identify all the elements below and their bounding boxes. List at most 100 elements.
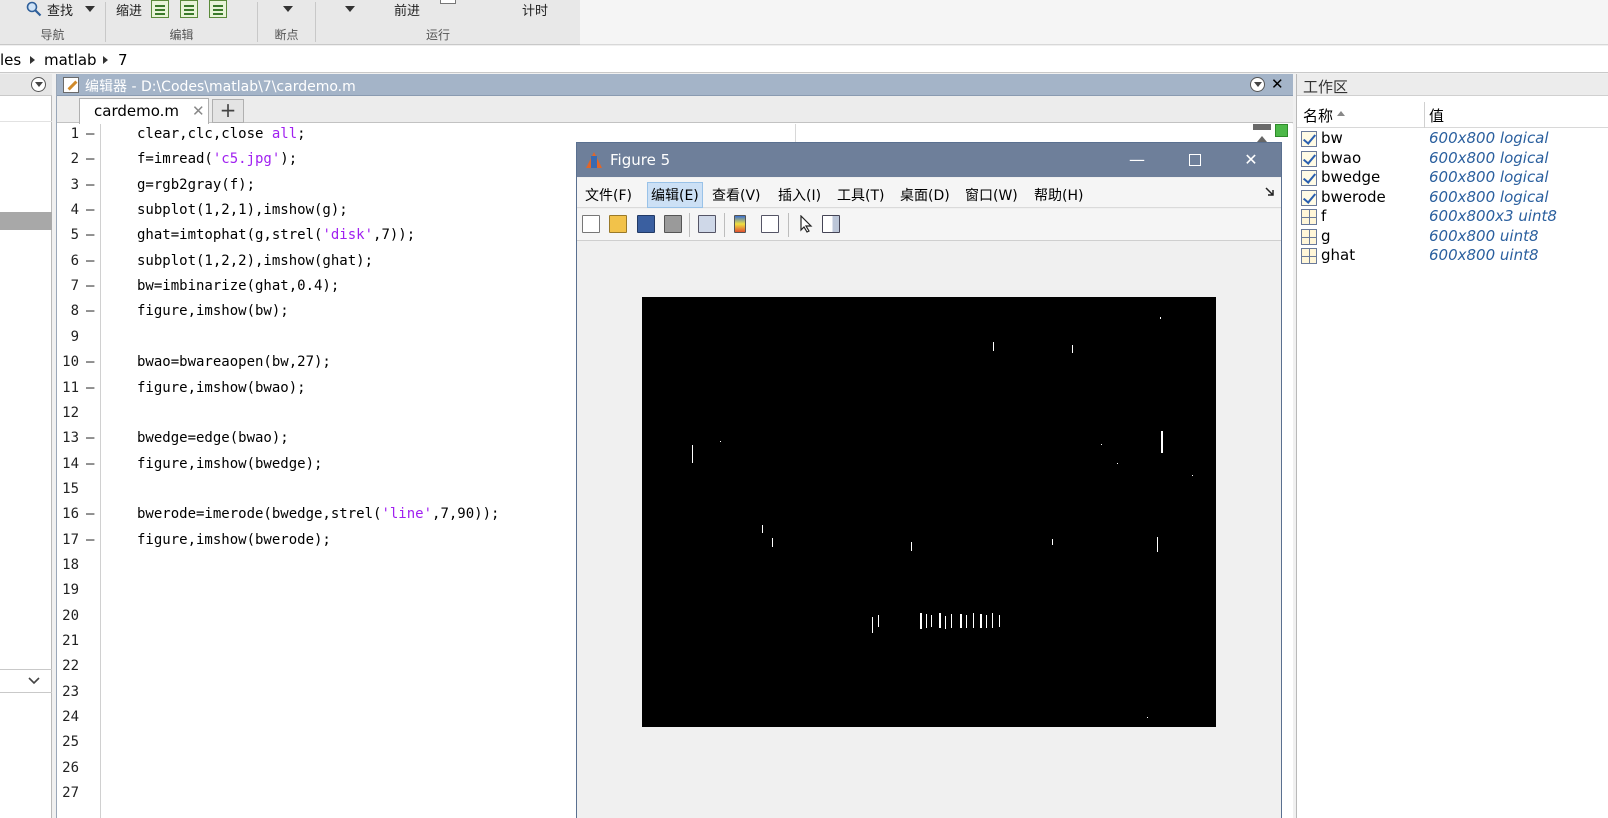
breakpoint-dropdown-icon[interactable] xyxy=(283,6,293,12)
dock-arrow-icon[interactable] xyxy=(1265,187,1275,197)
line-number[interactable]: 4 xyxy=(57,202,79,218)
analyzer-bar-icon[interactable] xyxy=(1253,124,1271,130)
details-panel-header[interactable] xyxy=(0,669,52,693)
link-icon[interactable] xyxy=(698,215,716,233)
figure-menu-item[interactable]: 文件(F) xyxy=(583,185,634,205)
breadcrumb-segment[interactable]: 7 xyxy=(118,51,128,69)
line-number[interactable]: 1 xyxy=(57,126,79,142)
code-line[interactable]: bw=imbinarize(ghat,0.4); xyxy=(137,278,339,294)
breakpoint-marker[interactable]: — xyxy=(86,253,94,269)
breakpoint-marker[interactable]: — xyxy=(86,177,94,193)
workspace-variable-row[interactable]: g 600x800 uint8 xyxy=(1297,227,1608,247)
line-number[interactable]: 12 xyxy=(57,405,79,421)
line-number[interactable]: 24 xyxy=(57,709,79,725)
save-icon[interactable] xyxy=(637,215,655,233)
line-number[interactable]: 7 xyxy=(57,278,79,294)
legend-icon[interactable] xyxy=(761,215,779,233)
forward-button[interactable]: 前进 xyxy=(394,0,420,19)
code-analyzer-ok-icon[interactable] xyxy=(1275,124,1288,137)
figure-menu-item[interactable]: 查看(V) xyxy=(710,185,763,205)
figure-close-button[interactable]: ✕ xyxy=(1231,149,1271,171)
tab-cardemo[interactable]: cardemo.m ✕ xyxy=(79,98,209,124)
line-number[interactable]: 3 xyxy=(57,177,79,193)
workspace-variable-row[interactable]: ghat 600x800 uint8 xyxy=(1297,246,1608,266)
breakpoint-marker[interactable]: — xyxy=(86,278,94,294)
chevron-down-icon[interactable] xyxy=(28,676,40,686)
workspace-variable-row[interactable]: bw 600x800 logical xyxy=(1297,129,1608,149)
line-number[interactable]: 6 xyxy=(57,253,79,269)
breakpoint-marker[interactable]: — xyxy=(86,126,94,142)
breakpoint-marker[interactable]: — xyxy=(86,202,94,218)
breakpoint-marker[interactable]: — xyxy=(86,506,94,522)
breakpoint-marker[interactable]: — xyxy=(86,303,94,319)
find-dropdown-icon[interactable] xyxy=(85,6,95,12)
line-number[interactable]: 14 xyxy=(57,456,79,472)
breakpoint-marker[interactable]: — xyxy=(86,430,94,446)
figure-menu-item[interactable]: 桌面(D) xyxy=(898,185,952,205)
code-line[interactable]: figure,imshow(bwerode); xyxy=(137,532,331,548)
code-line[interactable]: g=rgb2gray(f); xyxy=(137,177,255,193)
line-number[interactable]: 10 xyxy=(57,354,79,370)
indent-decrease-icon[interactable] xyxy=(209,0,227,18)
tab-close-icon[interactable]: ✕ xyxy=(192,102,205,120)
search-icon[interactable] xyxy=(26,1,42,17)
code-line[interactable]: bwedge=edge(bwao); xyxy=(137,430,289,446)
breadcrumb-arrow-icon[interactable] xyxy=(103,56,108,64)
new-figure-icon[interactable] xyxy=(582,215,600,233)
workspace-variable-row[interactable]: bwedge 600x800 logical xyxy=(1297,168,1608,188)
colorbar-icon[interactable] xyxy=(734,215,746,233)
line-number[interactable]: 17 xyxy=(57,532,79,548)
workspace-variable-row[interactable]: bwao 600x800 logical xyxy=(1297,149,1608,169)
figure-menu-item[interactable]: 帮助(H) xyxy=(1032,185,1085,205)
new-tab-button[interactable]: + xyxy=(212,99,244,123)
figure-canvas[interactable] xyxy=(577,241,1281,818)
line-number[interactable]: 5 xyxy=(57,227,79,243)
open-file-icon[interactable] xyxy=(609,215,627,233)
code-line[interactable]: bwerode=imerode(bwedge,strel('line',7,90… xyxy=(137,506,499,522)
breakpoint-marker[interactable]: — xyxy=(86,456,94,472)
line-number[interactable]: 11 xyxy=(57,380,79,396)
selected-file-row[interactable] xyxy=(0,212,52,230)
editor-actions-icon[interactable] xyxy=(1250,77,1265,92)
code-line[interactable]: subplot(1,2,2),imshow(ghat); xyxy=(137,253,373,269)
run-dropdown-icon[interactable] xyxy=(345,6,355,12)
code-line[interactable]: ghat=imtophat(g,strel('disk',7)); xyxy=(137,227,415,243)
breadcrumb-arrow-icon[interactable] xyxy=(30,56,35,64)
forward-icon[interactable] xyxy=(440,0,456,4)
line-number[interactable]: 8 xyxy=(57,303,79,319)
breadcrumb-segment[interactable]: les xyxy=(0,51,21,69)
figure-window[interactable]: Figure 5 — ✕ 文件(F) 编辑(E) 查看(V) 插入(I) 工具(T) 桌面… xyxy=(576,142,1282,818)
line-number[interactable]: 27 xyxy=(57,785,79,801)
binary-image[interactable] xyxy=(642,297,1216,727)
column-value-header[interactable]: 值 xyxy=(1429,105,1444,126)
minimize-button[interactable]: — xyxy=(1117,149,1157,171)
figure-menu-item[interactable]: 工具(T) xyxy=(835,185,886,205)
code-line[interactable]: bwao=bwareaopen(bw,27); xyxy=(137,354,331,370)
code-line[interactable]: figure,imshow(bwao); xyxy=(137,380,306,396)
code-line[interactable]: f=imread('c5.jpg'); xyxy=(137,151,297,167)
line-number[interactable]: 2 xyxy=(57,151,79,167)
indent-increase-icon[interactable] xyxy=(180,0,198,18)
code-line[interactable]: subplot(1,2,1),imshow(g); xyxy=(137,202,348,218)
line-number[interactable]: 25 xyxy=(57,734,79,750)
find-button[interactable]: 查找 xyxy=(47,0,73,19)
line-number[interactable]: 22 xyxy=(57,658,79,674)
indent-button[interactable]: 缩进 xyxy=(116,0,142,19)
indent-smart-icon[interactable] xyxy=(151,0,169,18)
line-number[interactable]: 21 xyxy=(57,633,79,649)
code-line[interactable]: clear,clc,close all; xyxy=(137,126,306,142)
pointer-icon[interactable] xyxy=(797,215,815,233)
property-editor-icon[interactable] xyxy=(822,215,840,233)
line-number[interactable]: 13 xyxy=(57,430,79,446)
editor-close-icon[interactable]: ✕ xyxy=(1271,75,1284,93)
editor-title-bar[interactable]: 编辑器 - D:\Codes\matlab\7\cardemo.m ✕ xyxy=(57,74,1293,96)
breadcrumb-segment[interactable]: matlab xyxy=(44,51,97,69)
line-number[interactable]: 15 xyxy=(57,481,79,497)
column-separator[interactable] xyxy=(1424,102,1425,128)
breakpoint-marker[interactable]: — xyxy=(86,380,94,396)
print-icon[interactable] xyxy=(664,215,682,233)
maximize-button[interactable] xyxy=(1189,154,1201,166)
breakpoint-marker[interactable]: — xyxy=(86,227,94,243)
breakpoint-marker[interactable]: — xyxy=(86,354,94,370)
breakpoint-marker[interactable]: — xyxy=(86,532,94,548)
